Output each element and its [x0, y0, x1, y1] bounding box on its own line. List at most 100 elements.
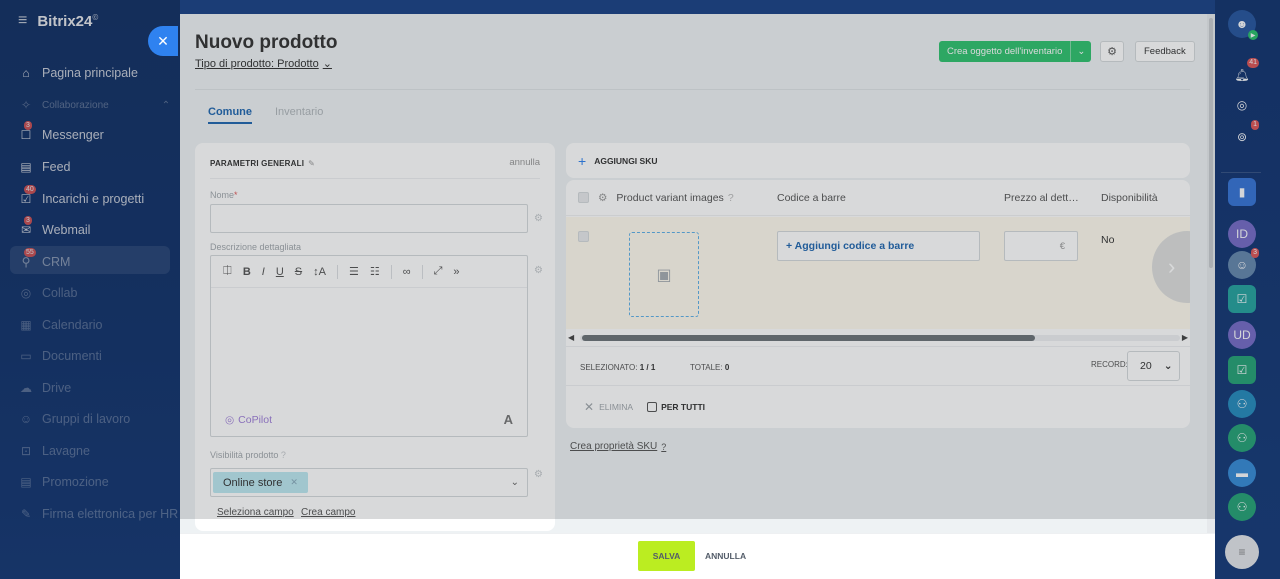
add-sku-button[interactable]: + AGGIUNGI SKU — [566, 143, 1190, 178]
scroll-thumb[interactable] — [1209, 18, 1213, 268]
boards-icon: ⊡ — [20, 444, 32, 458]
nav-item-boards[interactable]: ⊡ Lavagne — [18, 443, 90, 459]
chat-bubble-icon[interactable]: ▬ — [1228, 459, 1256, 487]
price-input[interactable]: € — [1004, 231, 1078, 261]
horizontal-scrollbar[interactable]: ◀ ▶ — [566, 333, 1190, 343]
nav-item-calendar[interactable]: ▦ Calendario — [18, 317, 102, 333]
gear-icon[interactable]: ⚙ — [534, 469, 543, 480]
nav-item-crm[interactable]: ⚲ 55 CRM — [18, 248, 70, 270]
chevron-down-icon[interactable]: ⌄ — [511, 477, 519, 488]
remove-tag-icon[interactable]: ✕ — [290, 477, 298, 488]
strikethrough-icon[interactable]: S — [295, 266, 302, 278]
menu-icon[interactable]: ≡ — [1225, 535, 1259, 569]
nav-item-documents[interactable]: ▭ Documenti — [18, 348, 101, 364]
chevron-down-icon[interactable]: ⌄ — [1070, 41, 1091, 62]
nav-item-groups[interactable]: ☺ Gruppi di lavoro — [18, 411, 130, 427]
name-input[interactable] — [210, 204, 528, 233]
avatar-ud[interactable]: UD — [1228, 321, 1256, 349]
product-type-selector[interactable]: Tipo di prodotto: Prodotto ⌄ — [195, 57, 332, 71]
feedback-button[interactable]: Feedback — [1135, 41, 1195, 62]
gear-icon[interactable]: ⚙ — [598, 192, 607, 204]
nav-item-webmail[interactable]: ✉ 3 Webmail — [18, 216, 90, 238]
tab-inventory[interactable]: Inventario — [275, 106, 323, 118]
save-button[interactable]: SALVA — [638, 541, 695, 571]
nav-item-signature[interactable]: ✎ Firma elettronica per HR — [18, 506, 178, 522]
tab-common[interactable]: Comune — [208, 106, 252, 124]
underline-icon[interactable]: U — [276, 266, 284, 278]
check-square-icon[interactable]: ☑ — [1228, 285, 1256, 313]
checkbox[interactable] — [647, 402, 658, 412]
fullscreen-icon[interactable]: ⤢ — [434, 265, 443, 278]
create-inventory-button[interactable]: Crea oggetto dell'inventario ⌄ — [939, 41, 1092, 62]
bell-icon[interactable]: 🔔︎ 41 — [1228, 58, 1259, 89]
settings-button[interactable]: ⚙ — [1100, 41, 1124, 62]
group-icon[interactable]: ⚇ — [1228, 424, 1256, 452]
group-icon[interactable]: ⚇ — [1228, 493, 1256, 521]
cancel-button[interactable]: ANNULLA — [705, 551, 746, 561]
brand[interactable]: ≡ Bitrix24© — [18, 12, 98, 30]
help-icon[interactable]: ? — [281, 450, 286, 460]
italic-icon[interactable]: I — [262, 266, 265, 278]
select-field-link[interactable]: Seleziona campo — [217, 507, 294, 518]
chat-icon: ☐ 3 — [20, 121, 32, 142]
menu-icon[interactable]: ≡ — [18, 12, 27, 30]
group-icon[interactable]: ⚇ — [1228, 390, 1256, 418]
nav-item-home[interactable]: ⌂ Pagina principale — [18, 65, 138, 81]
visibility-select[interactable]: Online store ✕ ⌄ — [210, 468, 528, 497]
avatar-user[interactable]: ☺ 3 — [1228, 248, 1259, 279]
scroll-right-button[interactable]: › — [1152, 231, 1190, 303]
chevron-right-icon: › — [1168, 254, 1176, 279]
record-select[interactable]: 20 ⌄ — [1127, 351, 1180, 381]
row-checkbox[interactable] — [578, 231, 589, 242]
bold-icon[interactable]: B — [243, 266, 251, 278]
close-slider-button[interactable]: ✕ — [148, 26, 178, 56]
nav-item-feed[interactable]: ▤ Feed — [18, 159, 70, 175]
format-block-icon[interactable]: ⎅ — [223, 265, 232, 278]
description-editor[interactable]: ⎅ B I U S ↕A ☰ ☷ ∞ ⤢ » ◎ CoPilot A — [210, 255, 528, 437]
user-avatar[interactable]: ☻ ▶ — [1228, 10, 1258, 40]
table-actions: ✕ ELIMINA PER TUTTI — [566, 386, 1190, 428]
avatar-id[interactable]: ID — [1228, 220, 1256, 248]
cancel-link[interactable]: annulla — [509, 157, 540, 168]
nav-item-drive[interactable]: ☁ Drive — [18, 380, 71, 396]
gear-icon[interactable]: ⚙ — [534, 265, 543, 276]
gear-icon: ⚙ — [1107, 46, 1117, 58]
vertical-scrollbar[interactable] — [1207, 14, 1215, 534]
pencil-icon[interactable]: ✎ — [308, 159, 315, 168]
delete-button[interactable]: ✕ ELIMINA — [584, 400, 633, 414]
copilot-button[interactable]: ◎ CoPilot — [225, 414, 272, 426]
scroll-right-icon[interactable]: ▶ — [1182, 333, 1188, 342]
create-sku-property-link[interactable]: Crea proprietà SKU ? — [570, 441, 666, 452]
help-icon[interactable]: ? — [728, 192, 734, 204]
nav-item-collab[interactable]: ◎ Collab — [18, 285, 78, 301]
nav-item-promo[interactable]: ▤ Promozione — [18, 474, 108, 490]
gear-icon[interactable]: ⚙ — [534, 213, 543, 224]
bookmark-icon[interactable]: ▮ — [1228, 178, 1256, 206]
chat-search-icon[interactable]: ⊚ 1 — [1228, 120, 1259, 151]
scroll-left-icon[interactable]: ◀ — [568, 333, 574, 342]
check-square-icon[interactable]: ☑ — [1228, 356, 1256, 384]
signature-icon: ✎ — [20, 507, 32, 521]
scroll-thumb[interactable] — [582, 335, 1035, 341]
add-barcode-button[interactable]: + Aggiungi codice a barre — [777, 231, 980, 261]
link-icon[interactable]: ∞ — [403, 266, 411, 278]
create-field-link[interactable]: Crea campo — [301, 507, 355, 518]
text-format-icon[interactable]: A — [504, 412, 513, 427]
visibility-label-text: Visibilità prodotto — [210, 450, 279, 460]
bullet-list-icon[interactable]: ☷ — [370, 265, 380, 278]
select-all-checkbox[interactable] — [578, 192, 589, 203]
target-icon[interactable]: ◎ — [1228, 91, 1256, 119]
font-size-icon[interactable]: ↕A — [313, 266, 326, 278]
nav-item-collab-section[interactable]: ✧ Collaborazione ⌃ — [18, 97, 170, 113]
nav-item-messenger[interactable]: ☐ 3 Messenger — [18, 121, 104, 143]
sku-table-header: ⚙ Product variant images ? Codice a barr… — [566, 180, 1190, 216]
numbered-list-icon[interactable]: ☰ — [349, 265, 359, 278]
nav-item-tasks[interactable]: ☑ 40 Incarichi e progetti — [18, 185, 144, 207]
image-upload-area[interactable]: ▣ — [629, 232, 699, 317]
selected-value: 1 / 1 — [639, 363, 656, 372]
plus-icon: + — [578, 152, 587, 169]
for-all-checkbox[interactable]: PER TUTTI — [647, 402, 705, 412]
nav-label: Collab — [42, 286, 78, 300]
help-icon[interactable]: ? — [661, 442, 666, 452]
more-icon[interactable]: » — [453, 266, 459, 278]
